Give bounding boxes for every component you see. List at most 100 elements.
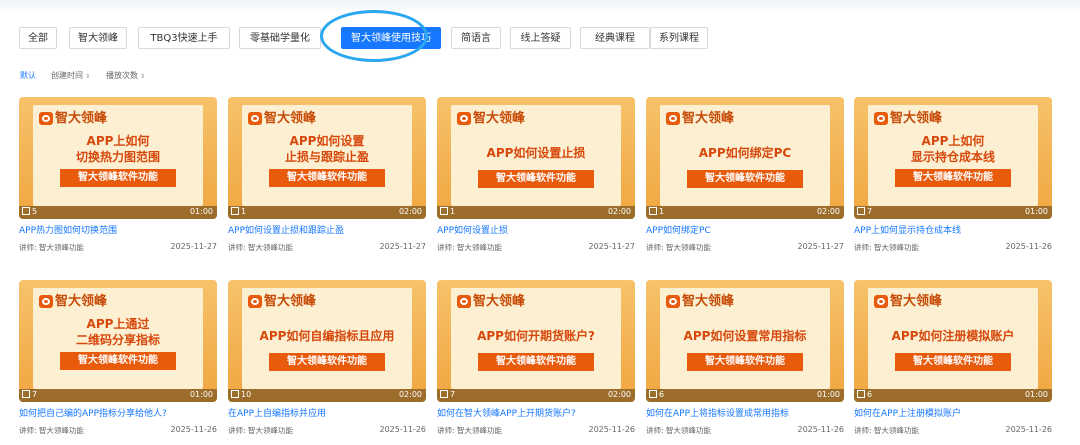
thumb-panel: 智大领峰 APP如何注册模拟账户 智大领峰软件功能 <box>868 288 1038 389</box>
video-title[interactable]: 在APP上自编指标并应用 <box>228 406 426 419</box>
lecturer-name: 智大领峰功能 <box>456 243 502 252</box>
publish-date: 2025-11-26 <box>170 425 218 434</box>
brand-logo: 智大领峰 <box>248 294 316 310</box>
lecturer-prefix: 讲师: <box>854 243 872 252</box>
lecturer-prefix: 讲师: <box>854 426 872 435</box>
tab-6[interactable]: 线上答疑 <box>510 27 571 49</box>
lecturer-prefix: 讲师: <box>228 426 246 435</box>
thumb-info-bar: 1 02:00 <box>646 206 844 219</box>
video-title[interactable]: APP如何绑定PC <box>646 223 844 236</box>
logo-mark-icon <box>666 295 680 308</box>
lecturer-name: 智大领峰功能 <box>665 426 711 435</box>
thumb-headline: APP如何设置止损 <box>486 146 586 160</box>
tab-8[interactable]: 系列课程 <box>650 27 708 49</box>
logo-mark-icon <box>39 295 53 308</box>
brand-logo: 智大领峰 <box>666 294 734 310</box>
brand-name: 智大领峰 <box>264 111 317 126</box>
thumb-headline: 二维码分享指标 <box>75 333 160 347</box>
thumb-panel: 智大领峰 APP上如何 切换热力图范围 智大领峰软件功能 <box>33 105 203 206</box>
sort-default[interactable]: 默认 <box>20 70 36 81</box>
video-thumbnail[interactable]: 智大领峰 APP如何设置止损 智大领峰软件功能 1 02:00 <box>437 97 635 219</box>
tab-3[interactable]: 零基础学量化 <box>239 27 321 49</box>
thumb-banner: 智大领峰软件功能 <box>687 170 803 188</box>
thumb-panel: 智大领峰 APP如何设置 止损与跟踪止盈 智大领峰软件功能 <box>242 105 412 206</box>
thumb-banner: 智大领峰软件功能 <box>269 169 385 187</box>
video-title[interactable]: APP上如何显示持仓成本线 <box>854 223 1052 236</box>
publish-date: 2025-11-27 <box>379 242 427 251</box>
brand-logo: 智大领峰 <box>457 111 525 127</box>
episode-count-value: 10 <box>241 390 252 399</box>
thumb-headline: APP上通过 <box>86 317 150 331</box>
episode-count-value: 1 <box>659 207 665 216</box>
thumb-banner: 智大领峰软件功能 <box>478 170 594 188</box>
tab-0[interactable]: 全部 <box>19 27 57 49</box>
tab-5[interactable]: 简语言 <box>451 27 501 49</box>
lecturer-name: 智大领峰功能 <box>38 426 84 435</box>
thumb-headline: APP上如何 <box>921 134 985 148</box>
thumb-banner: 智大领峰软件功能 <box>687 353 803 371</box>
thumb-banner: 智大领峰软件功能 <box>269 353 385 371</box>
duration: 02:00 <box>816 207 840 216</box>
video-title[interactable]: 如何把自己编的APP指标分享给他人? <box>19 406 217 419</box>
tab-7[interactable]: 经典课程 <box>580 27 650 49</box>
episode-count-value: 1 <box>241 207 247 216</box>
video-thumbnail[interactable]: 智大领峰 APP上如何 显示持仓成本线 智大领峰软件功能 7 01:00 <box>854 97 1052 219</box>
episodes-icon <box>649 206 657 215</box>
video-title[interactable]: APP热力图如何切换范围 <box>19 223 217 236</box>
duration: 02:00 <box>398 207 422 216</box>
brand-name: 智大领峰 <box>55 111 108 126</box>
video-thumbnail[interactable]: 智大领峰 APP如何设置常用指标 智大领峰软件功能 6 01:00 <box>646 280 844 402</box>
thumb-headline: 止损与跟踪止盈 <box>284 150 369 164</box>
episode-count-value: 6 <box>867 390 873 399</box>
logo-mark-icon <box>666 112 680 125</box>
publish-date: 2025-11-27 <box>170 242 218 251</box>
thumb-info-bar: 10 02:00 <box>228 389 426 402</box>
thumb-info-bar: 7 02:00 <box>437 389 635 402</box>
video-title[interactable]: 如何在APP上注册模拟账户 <box>854 406 1052 419</box>
video-thumbnail[interactable]: 智大领峰 APP如何自编指标且应用 智大领峰软件功能 10 02:00 <box>228 280 426 402</box>
video-thumbnail[interactable]: 智大领峰 APP如何开期货账户? 智大领峰软件功能 7 02:00 <box>437 280 635 402</box>
thumb-panel: 智大领峰 APP上如何 显示持仓成本线 智大领峰软件功能 <box>868 105 1038 206</box>
thumb-panel: 智大领峰 APP上通过 二维码分享指标 智大领峰软件功能 <box>33 288 203 389</box>
thumb-panel: 智大领峰 APP如何开期货账户? 智大领峰软件功能 <box>451 288 621 389</box>
video-title[interactable]: APP如何设置止损 <box>437 223 635 236</box>
sort-plays-label: 播放次数 <box>106 71 138 80</box>
episode-count-value: 6 <box>659 390 665 399</box>
video-thumbnail[interactable]: 智大领峰 APP如何注册模拟账户 智大领峰软件功能 6 01:00 <box>854 280 1052 402</box>
episode-count: 6 <box>649 389 665 399</box>
lecturer-name: 智大领峰功能 <box>456 426 502 435</box>
video-thumbnail[interactable]: 智大领峰 APP上如何 切换热力图范围 智大领峰软件功能 5 01:00 <box>19 97 217 219</box>
thumb-headline: APP如何开期货账户? <box>477 329 595 343</box>
lecturer-name: 智大领峰功能 <box>38 243 84 252</box>
sort-play-count[interactable]: 播放次数 ⇕ <box>106 70 145 81</box>
tab-1[interactable]: 智大领峰 <box>69 27 127 49</box>
thumb-info-bar: 7 01:00 <box>19 389 217 402</box>
video-thumbnail[interactable]: 智大领峰 APP如何绑定PC 智大领峰软件功能 1 02:00 <box>646 97 844 219</box>
thumb-headline: 切换热力图范围 <box>75 150 160 164</box>
video-title[interactable]: 如何在APP上将指标设置成常用指标 <box>646 406 844 419</box>
episodes-icon <box>440 206 448 215</box>
lecturer-prefix: 讲师: <box>19 243 37 252</box>
publish-date: 2025-11-26 <box>797 425 845 434</box>
duration: 02:00 <box>398 390 422 399</box>
video-thumbnail[interactable]: 智大领峰 APP上通过 二维码分享指标 智大领峰软件功能 7 01:00 <box>19 280 217 402</box>
thumb-headline: APP上如何 <box>86 134 150 148</box>
video-thumbnail[interactable]: 智大领峰 APP如何设置 止损与跟踪止盈 智大领峰软件功能 1 02:00 <box>228 97 426 219</box>
episodes-icon <box>22 389 30 398</box>
publish-date: 2025-11-27 <box>588 242 636 251</box>
tab-4[interactable]: 智大领峰使用技巧 <box>341 27 441 49</box>
video-title[interactable]: APP如何设置止损和跟踪止盈 <box>228 223 426 236</box>
sort-created-time[interactable]: 创建时间 ⇕ <box>51 70 90 81</box>
thumb-banner: 智大领峰软件功能 <box>478 353 594 371</box>
brand-name: 智大领峰 <box>890 111 943 126</box>
tab-2[interactable]: TBQ3快速上手 <box>138 27 230 49</box>
lecturer-prefix: 讲师: <box>646 426 664 435</box>
thumb-info-bar: 1 02:00 <box>437 206 635 219</box>
brand-logo: 智大领峰 <box>874 294 942 310</box>
duration: 01:00 <box>189 207 213 216</box>
thumb-panel: 智大领峰 APP如何设置常用指标 智大领峰软件功能 <box>660 288 830 389</box>
thumb-headline: APP如何注册模拟账户 <box>891 329 1015 343</box>
thumb-panel: 智大领峰 APP如何自编指标且应用 智大领峰软件功能 <box>242 288 412 389</box>
lecturer-prefix: 讲师: <box>437 426 455 435</box>
video-title[interactable]: 如何在智大领峰APP上开期货账户? <box>437 406 635 419</box>
